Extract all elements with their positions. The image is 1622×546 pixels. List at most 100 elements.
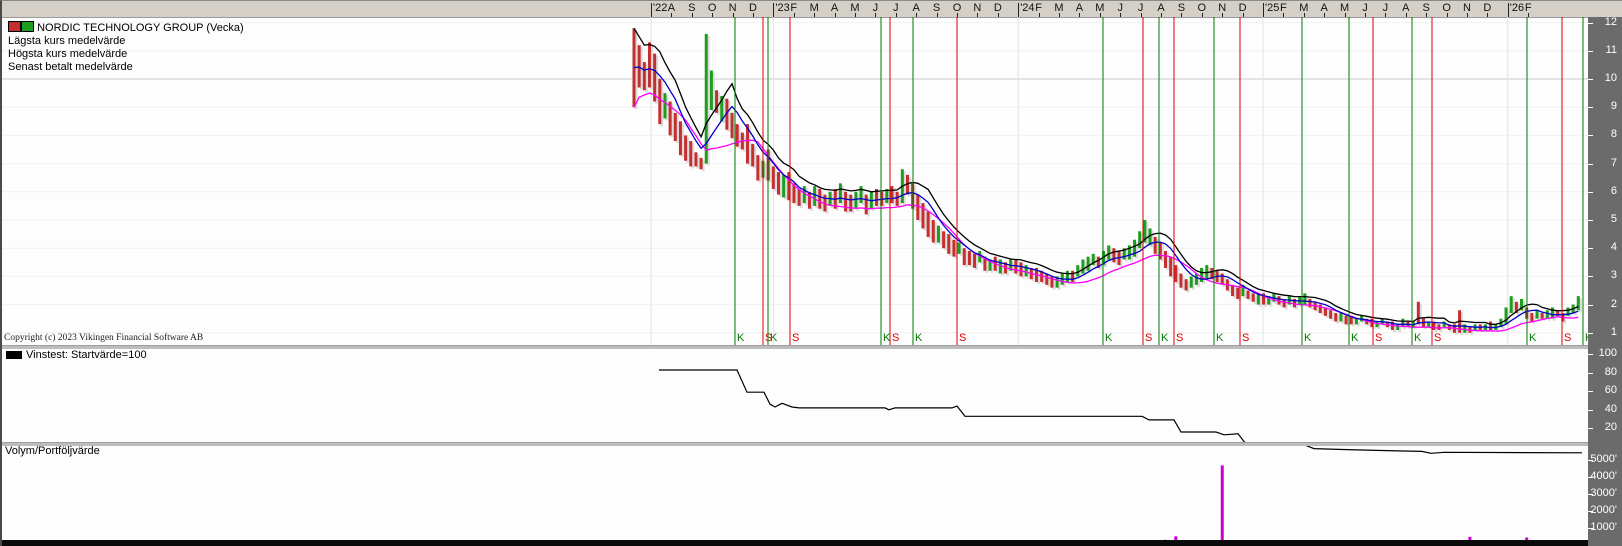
candle [1190, 276, 1193, 287]
time-label-month: S [933, 2, 940, 14]
candle [896, 192, 899, 206]
candle [679, 121, 682, 155]
axis-tick [1588, 51, 1593, 52]
candle [648, 42, 651, 87]
candle [1087, 257, 1090, 271]
buy-signal-letter: K [915, 332, 923, 344]
time-label-month: D [1483, 2, 1491, 14]
legend-title-row: NORDIC TECHNOLOGY GROUP (Vecka) [8, 21, 244, 35]
time-label-month: J [1138, 2, 1144, 14]
time-label-month: J [893, 2, 899, 14]
axis-tick [1588, 354, 1593, 355]
candle [1396, 324, 1399, 330]
ma-line-last [634, 67, 1578, 328]
panel-divider [2, 442, 1588, 446]
profit-axis-label: 40 [1605, 403, 1617, 415]
time-label-month: F [1525, 2, 1532, 14]
time-label-month: F [1035, 2, 1042, 14]
candle [798, 189, 801, 206]
time-tick [1263, 3, 1264, 17]
candle [963, 248, 966, 265]
profit-axis-label: 80 [1605, 366, 1617, 378]
candle [818, 189, 821, 209]
time-label-month: O [1442, 2, 1451, 14]
time-label-year: '22 [653, 2, 667, 14]
price-axis-label: 11 [1606, 44, 1617, 56]
price-axis-label: 6 [1611, 185, 1617, 197]
candle [638, 45, 641, 87]
sell-signal-letter: S [959, 332, 966, 344]
sell-signal-letter: S [1242, 332, 1249, 344]
price-axis-label: 10 [1605, 72, 1617, 84]
candle [658, 79, 661, 124]
candle [1376, 322, 1379, 328]
candle [1303, 293, 1306, 304]
volume-axis-label: 3000' [1590, 487, 1617, 499]
value-axis[interactable]: 121110987654321100806040205000'4000'3000… [1588, 17, 1622, 546]
axis-tick [1588, 410, 1593, 411]
time-label-month: M [810, 2, 819, 14]
volume-chart[interactable] [2, 461, 1588, 546]
candle [1541, 313, 1544, 319]
time-label-month: M [1054, 2, 1063, 14]
buy-signal-letter: K [1529, 332, 1537, 344]
candle [927, 212, 930, 237]
sell-signal-letter: S [1176, 332, 1183, 344]
plot-area: KSKSKSKSKSKSKSKKSKSKSK [2, 17, 1588, 546]
axis-tick [1588, 164, 1593, 165]
candle [932, 220, 935, 243]
chart-window: '22ASOND'23FMAMJJASOND'24FMAMJJASOND'25F… [0, 0, 1622, 546]
axis-tick [1588, 305, 1593, 306]
candle [1179, 274, 1182, 288]
time-label-month: O [953, 2, 962, 14]
candle [1505, 307, 1508, 324]
candle [1355, 319, 1358, 325]
candle [710, 71, 713, 110]
profit-axis-label: 100 [1599, 347, 1617, 359]
profit-legend-label: Vinstest: Startvärde=100 [26, 349, 147, 361]
candle [937, 226, 940, 243]
candle [1536, 310, 1539, 318]
candle [942, 231, 945, 248]
candle [1107, 245, 1110, 259]
price-axis-label: 1 [1611, 326, 1617, 338]
candle [1076, 265, 1079, 276]
sell-signal-letter: S [1434, 332, 1441, 344]
candle [674, 113, 677, 141]
candle [865, 195, 868, 215]
candle [958, 243, 961, 254]
time-label-month: D [749, 2, 757, 14]
buy-signal-letter: K [1161, 332, 1169, 344]
axis-tick [1588, 333, 1593, 334]
axis-tick [1588, 192, 1593, 193]
volume-axis-label: 2000' [1590, 504, 1617, 516]
sell-signal-letter: S [892, 332, 899, 344]
time-label-month: D [1239, 2, 1247, 14]
time-label-year: '24 [1020, 2, 1034, 14]
time-label-month: N [729, 2, 737, 14]
volume-axis-label: 1000' [1590, 521, 1617, 533]
sell-signal-letter: S [1145, 332, 1152, 344]
candle [1112, 248, 1115, 262]
time-label-month: N [1463, 2, 1471, 14]
candle [1308, 299, 1311, 307]
candle [1045, 274, 1048, 285]
candle [1169, 257, 1172, 277]
time-label-month: A [913, 2, 920, 14]
candle [1329, 310, 1332, 318]
time-label-month: A [668, 2, 675, 14]
candle [1489, 322, 1492, 330]
time-label-month: F [1280, 2, 1287, 14]
buy-signal-letter: K [1414, 332, 1422, 344]
candle-down-swatch-icon [8, 21, 21, 32]
time-label-month: A [1402, 2, 1409, 14]
time-label-month: S [1423, 2, 1430, 14]
candle [854, 192, 857, 209]
time-axis[interactable]: '22ASOND'23FMAMJJASOND'24FMAMJJASOND'25F… [2, 1, 1622, 18]
candle [813, 186, 816, 206]
volume-axis-label: 5000' [1590, 453, 1617, 465]
time-label-month: M [1340, 2, 1349, 14]
axis-tick [1588, 220, 1593, 221]
time-label-month: A [831, 2, 838, 14]
candle [1081, 259, 1084, 273]
